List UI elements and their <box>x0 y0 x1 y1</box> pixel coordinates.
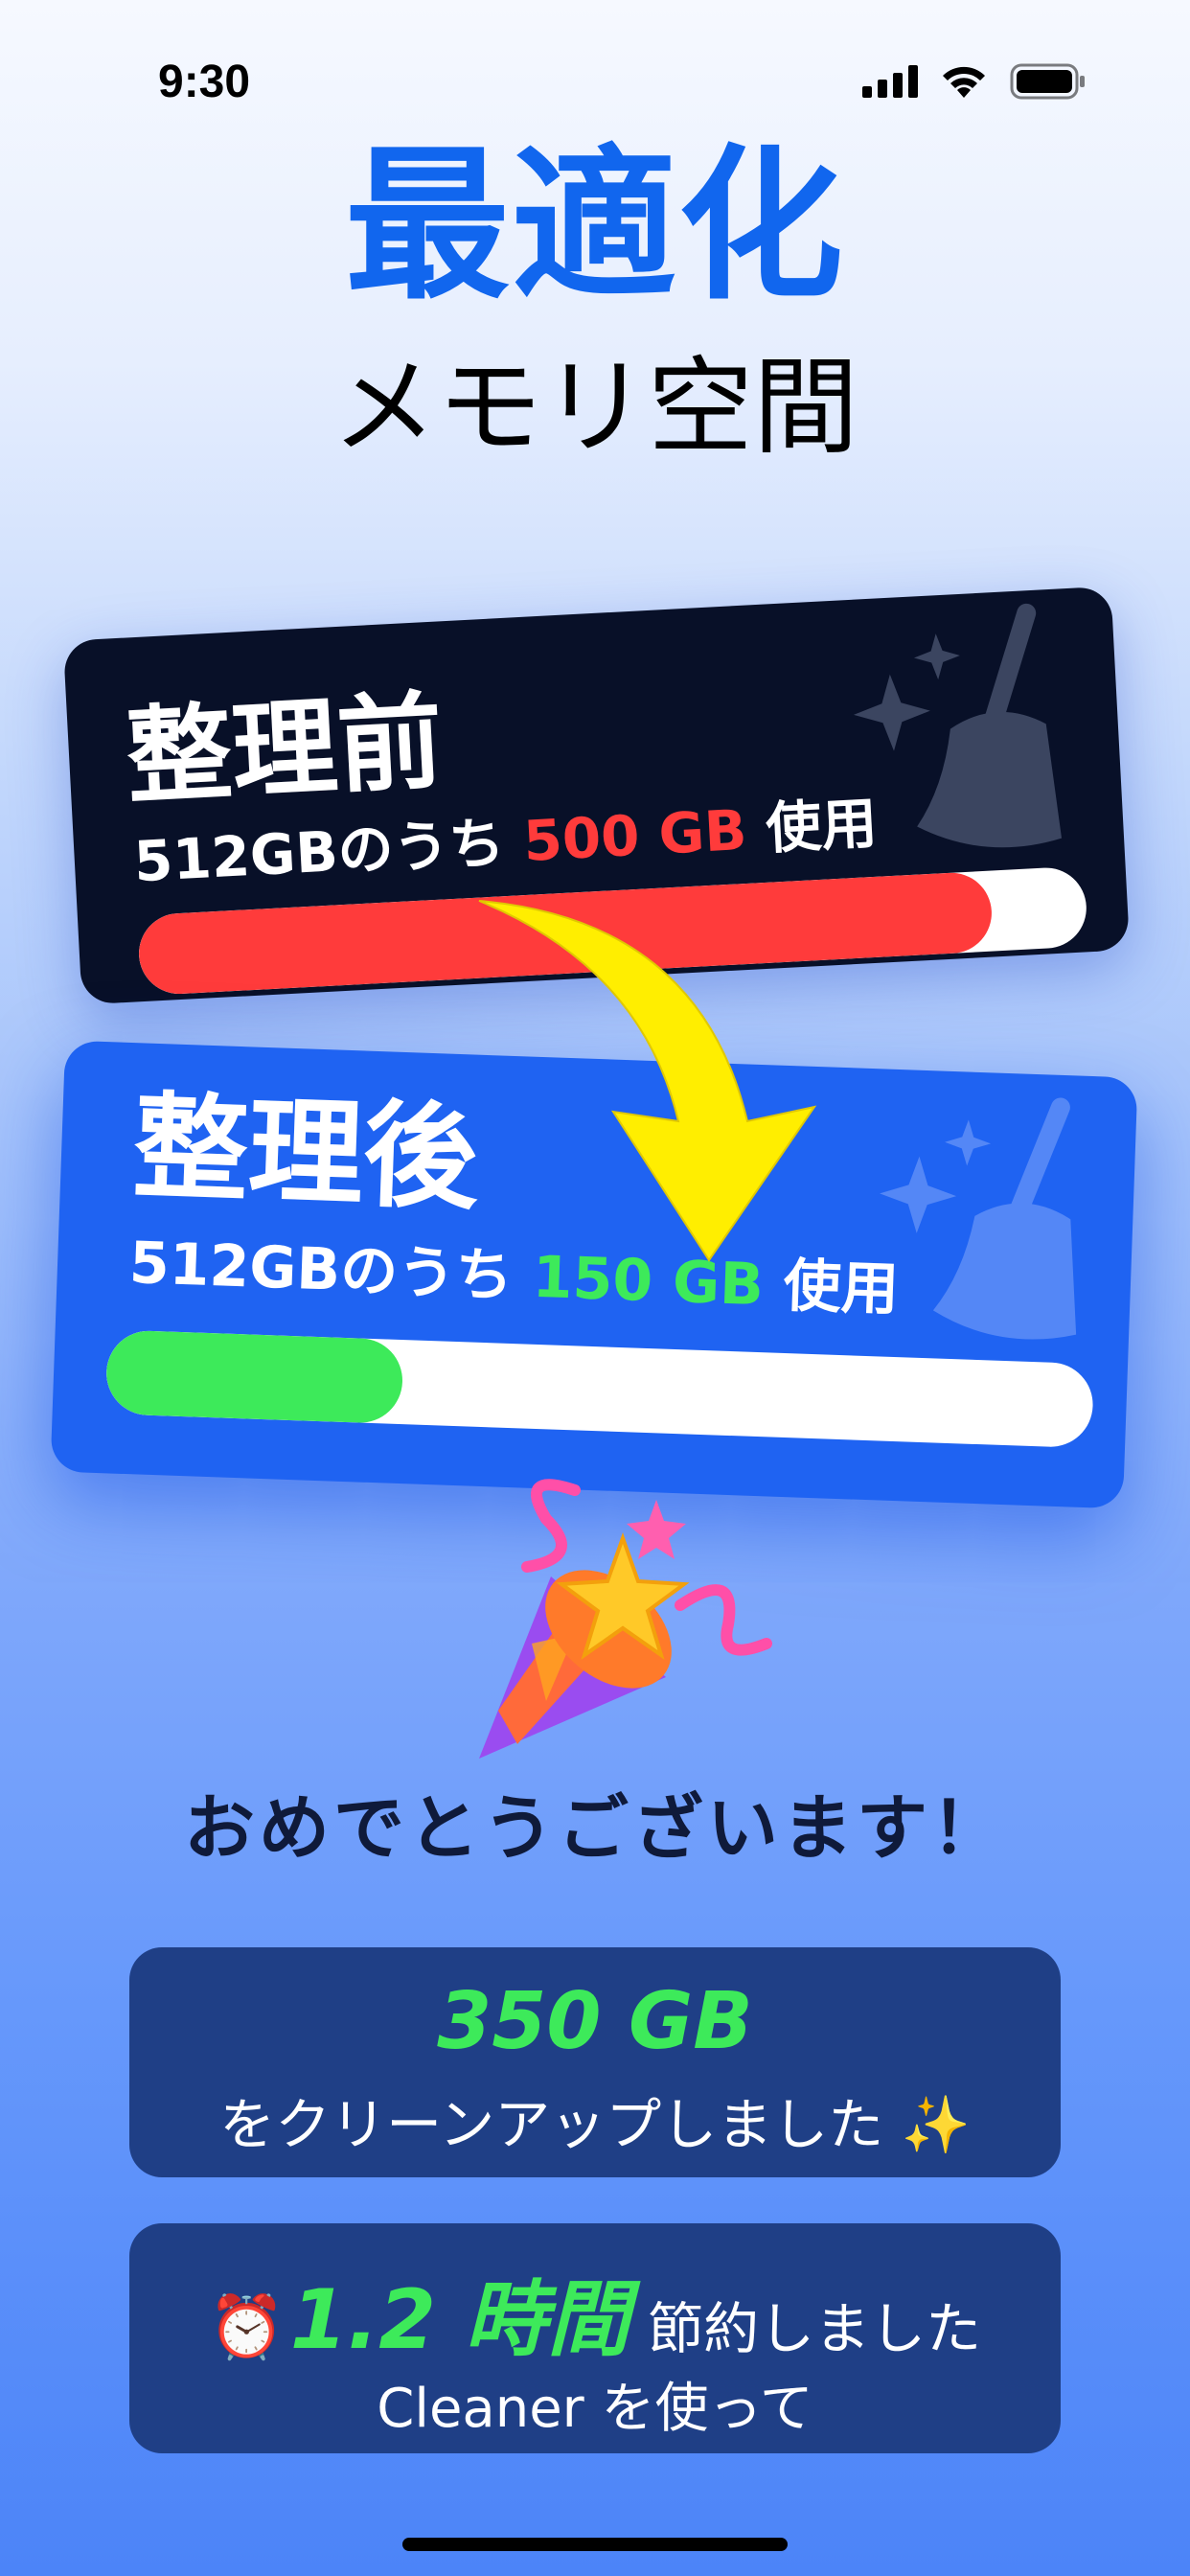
page-title: 最適化 <box>345 129 845 322</box>
status-time: 9:30 <box>158 57 251 107</box>
cleaned-text: をクリーンアップしました ✨ <box>219 2092 971 2157</box>
curved-arrow-icon <box>478 900 817 1262</box>
home-indicator <box>402 2538 788 2551</box>
cellular-signal-icon <box>862 65 918 98</box>
party-popper-icon <box>479 1479 772 1759</box>
before-usage-value: 500 GB <box>521 796 749 874</box>
time-saved-label: 節約しました <box>648 2296 982 2361</box>
alarm-clock-icon: ⏰ <box>208 2292 286 2363</box>
congratulations-message: おめでとうございます！ <box>184 1787 1006 1870</box>
time-saved-value: 1.2 時間 <box>289 2272 629 2368</box>
after-storage-bar <box>104 1329 1095 1449</box>
cleaned-stat-box: 350 GB をクリーンアップしました ✨ <box>129 1947 1061 2177</box>
time-saved-line: ⏰ 1.2 時間 節約しました <box>129 2252 1061 2372</box>
cleaned-value: 350 GB <box>437 1976 753 2067</box>
after-heading: 整理後 <box>130 1081 481 1227</box>
battery-icon <box>1010 63 1085 100</box>
page-subtitle: メモリ空間 <box>332 346 858 469</box>
status-icons <box>862 63 1087 100</box>
time-saved-subtext: Cleaner を使って <box>377 2378 813 2440</box>
time-saved-stat-box: ⏰ 1.2 時間 節約しました Cleaner を使って <box>129 2223 1061 2453</box>
after-storage-bar-fill <box>104 1329 404 1425</box>
wifi-icon <box>943 66 985 98</box>
before-heading: 整理前 <box>123 679 446 819</box>
before-usage-suffix: 使用 <box>744 790 880 862</box>
